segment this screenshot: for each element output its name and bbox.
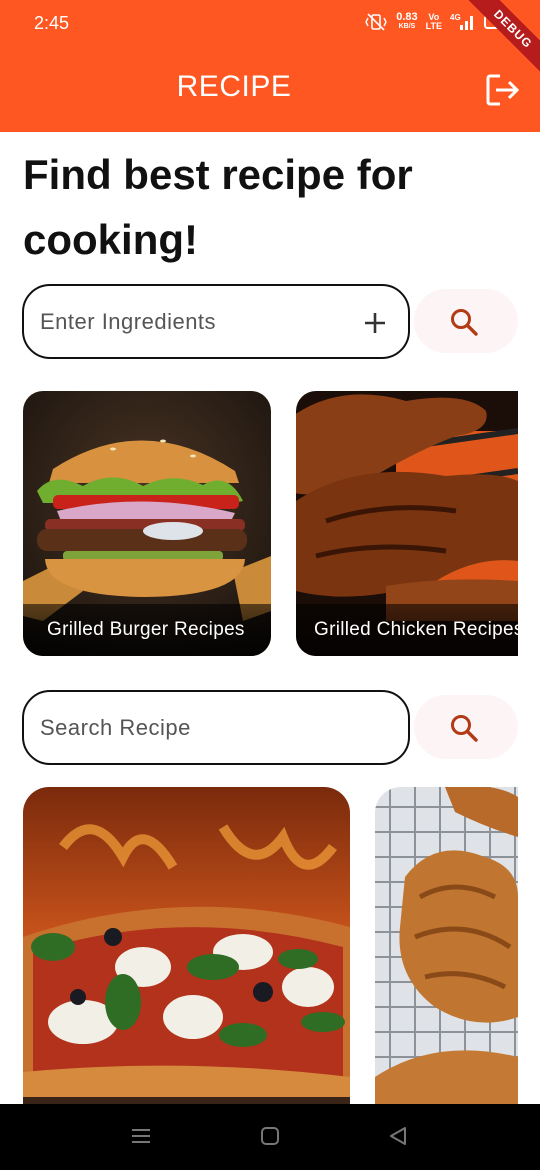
app-screen: 2:45 0.83 KB/S Vo LTE 4G DEBUG RECIPE Fi… [0, 0, 540, 1170]
ingredients-field[interactable] [22, 284, 410, 359]
system-nav-bar [0, 1104, 540, 1170]
ingredients-search-button[interactable] [414, 289, 518, 353]
network-type: 4G [450, 13, 461, 22]
recipe-result-pizza[interactable] [23, 787, 350, 1117]
pizza-image [23, 787, 350, 1117]
signal-icon: 4G [450, 13, 473, 30]
recipe-card-label: Grilled Chicken Recipes [296, 604, 518, 656]
logout-button[interactable] [484, 72, 522, 108]
logout-icon [486, 74, 520, 106]
search-icon [451, 715, 478, 742]
plus-icon [365, 313, 385, 333]
recents-icon[interactable] [131, 1126, 151, 1146]
volte-indicator: Vo LTE [425, 12, 442, 31]
recipe-search-field[interactable] [22, 690, 410, 765]
recipe-card-burger[interactable]: Grilled Burger Recipes [23, 391, 271, 656]
ingredients-input[interactable] [40, 306, 340, 338]
recipe-result-fried-chicken[interactable] [375, 787, 518, 1117]
recipe-card-chicken[interactable]: Grilled Chicken Recipes [296, 391, 518, 656]
status-time: 2:45 [34, 13, 70, 33]
fried-chicken-image [375, 787, 518, 1117]
back-icon[interactable] [388, 1126, 408, 1146]
network-speed: 0.83 KB/S [396, 11, 418, 31]
app-title: RECIPE [176, 70, 292, 103]
app-bar: 2:45 0.83 KB/S Vo LTE 4G DEBUG RECIPE [0, 0, 540, 132]
recipe-card-label: Grilled Burger Recipes [23, 604, 271, 656]
recipe-search-button[interactable] [414, 695, 518, 759]
add-ingredient-button[interactable] [360, 308, 390, 338]
search-icon [451, 309, 478, 336]
mute-vibrate-icon [365, 13, 388, 31]
recipe-search-input[interactable] [40, 712, 340, 744]
page-heading: Find best recipe for cooking! [23, 151, 413, 263]
home-icon[interactable] [260, 1126, 280, 1146]
